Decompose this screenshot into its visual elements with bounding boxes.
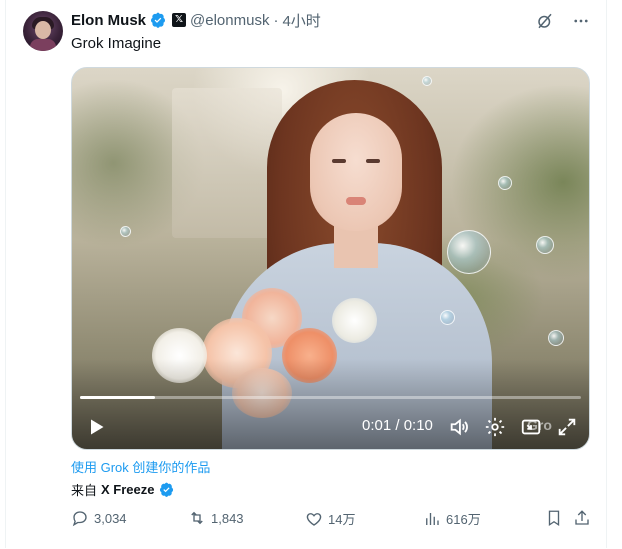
verified-badge-icon: [159, 482, 173, 497]
repost-button[interactable]: 1,843: [188, 509, 244, 527]
repost-icon: [191, 511, 203, 525]
bubble: [440, 310, 455, 325]
heart-icon: [306, 512, 322, 526]
source-attribution: 来自 X Freeze: [71, 480, 174, 499]
bubble: [447, 230, 491, 274]
avatar[interactable]: [23, 11, 63, 51]
bookmark-icon: [548, 510, 560, 527]
video-controls: 0:01 / 0:10 Gro: [72, 413, 589, 441]
like-button[interactable]: 14万: [305, 509, 355, 528]
share-button[interactable]: [573, 509, 591, 527]
reply-button[interactable]: 3,034: [71, 509, 127, 527]
bubble: [548, 330, 564, 346]
source-account-name[interactable]: X Freeze: [101, 482, 154, 497]
share-icon: [575, 510, 589, 525]
video-progress-fill: [80, 396, 156, 399]
source-prefix: 来自: [71, 483, 98, 498]
bubble: [536, 236, 554, 254]
repost-count: 1,843: [211, 510, 244, 526]
fullscreen-icon[interactable]: [556, 416, 578, 438]
post-time[interactable]: 4小时: [282, 10, 320, 31]
volume-icon[interactable]: [448, 416, 470, 438]
video-timecode: 0:01 / 0:10: [362, 417, 433, 434]
grok-icon[interactable]: [534, 10, 556, 32]
views-button[interactable]: 616万: [423, 509, 481, 528]
video-player[interactable]: 0:01 / 0:10 Gro: [71, 67, 590, 450]
bubble: [422, 76, 432, 86]
reply-icon: [72, 511, 87, 527]
author-name[interactable]: Elon Musk: [71, 12, 146, 29]
settings-icon[interactable]: [484, 416, 506, 438]
views-icon: [426, 512, 439, 525]
x-affiliation-icon: 𝕏: [172, 13, 187, 27]
more-icon[interactable]: [570, 10, 592, 32]
top-right-actions: [534, 10, 592, 32]
create-with-grok-link[interactable]: 使用 Grok 创建你的作品: [71, 457, 210, 476]
tweet-card[interactable]: Elon Musk 𝕏 @elonmusk · 4小时 Grok Imagine: [5, 0, 607, 548]
bubble: [498, 176, 512, 190]
tweet-actions: 3,034 1,843 14万 616万: [71, 509, 591, 531]
like-count: 14万: [328, 512, 356, 527]
video-progress-bar[interactable]: [80, 396, 581, 399]
bubble: [120, 226, 131, 237]
separator-dot: ·: [273, 11, 279, 29]
tweet-header: Elon Musk 𝕏 @elonmusk · 4小时: [71, 10, 321, 30]
author-handle[interactable]: @elonmusk: [190, 12, 269, 29]
verified-badge-icon: [151, 12, 166, 28]
view-count: 616万: [446, 512, 481, 527]
bookmark-button[interactable]: [545, 509, 563, 527]
tweet-text: Grok Imagine: [71, 35, 162, 52]
play-icon[interactable]: [86, 417, 106, 437]
reply-count: 3,034: [94, 510, 127, 526]
grok-watermark: Gro: [527, 417, 552, 433]
